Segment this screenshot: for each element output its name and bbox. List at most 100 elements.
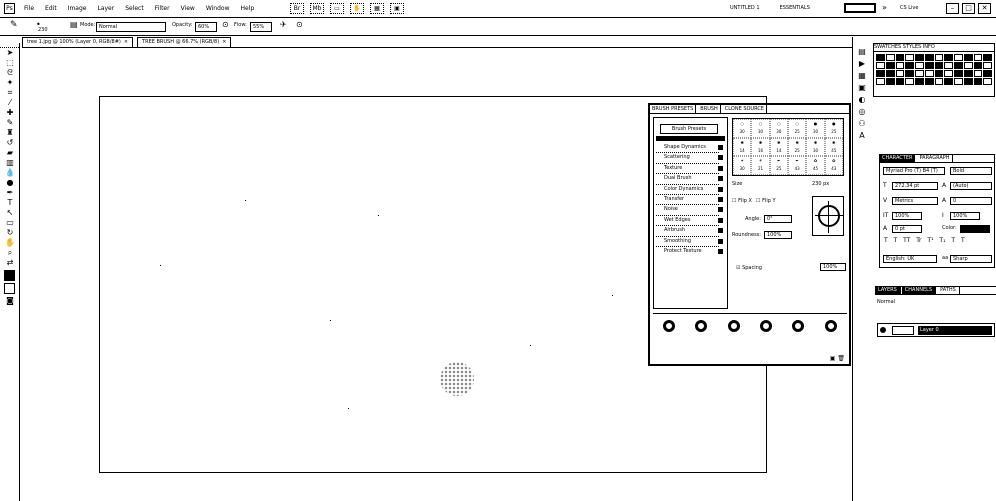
maximize-button[interactable]: □ bbox=[962, 3, 975, 14]
move-tool-icon[interactable]: ➤ bbox=[0, 48, 20, 58]
histogram-icon[interactable]: ▣ bbox=[855, 83, 869, 95]
swatch[interactable] bbox=[885, 78, 895, 85]
blur-tool-icon[interactable]: 💧 bbox=[0, 168, 20, 178]
language-select[interactable]: English: UK bbox=[883, 255, 937, 263]
brush-tip[interactable]: ○ 30 bbox=[769, 119, 788, 138]
brush-tip[interactable]: ● 30 bbox=[806, 119, 825, 138]
swatch[interactable] bbox=[885, 70, 895, 77]
flip-x-checkbox[interactable]: ☐ Flip X bbox=[732, 198, 752, 204]
brush-setting-transfer[interactable]: Transfer bbox=[654, 196, 727, 206]
history-icon[interactable]: ▤ bbox=[855, 47, 869, 59]
brush-tip[interactable]: ○ 25 bbox=[788, 119, 807, 138]
brush-tip[interactable]: ✒ 25 bbox=[769, 156, 788, 175]
menu-select[interactable]: Select bbox=[125, 5, 144, 12]
arrange-icon[interactable]: ▦ bbox=[370, 3, 384, 14]
character-icon[interactable]: A bbox=[855, 131, 869, 143]
gradient-tool-icon[interactable]: ▥ bbox=[0, 158, 20, 168]
opacity-field[interactable]: 60% bbox=[195, 22, 217, 32]
crop-tool-icon[interactable]: ⌗ bbox=[0, 88, 20, 98]
brush-tip[interactable]: ○ 30 bbox=[733, 119, 752, 138]
horizontal-scale-field[interactable]: 100% bbox=[950, 212, 980, 220]
brush-tip[interactable]: ✱ 45 bbox=[824, 137, 843, 157]
delete-icon[interactable]: 🗑 bbox=[837, 355, 845, 362]
history-brush-tool-icon[interactable]: ↺ bbox=[0, 138, 20, 148]
lock-icon[interactable] bbox=[718, 228, 723, 234]
font-size-field[interactable]: 272.34 pt bbox=[892, 182, 938, 190]
brush-setting-shape-dynamics[interactable]: Shape Dynamics bbox=[654, 144, 727, 154]
swatch[interactable] bbox=[963, 54, 973, 61]
brush-tip[interactable]: ● 25 bbox=[824, 119, 843, 138]
kerning-field[interactable]: Metrics bbox=[892, 197, 938, 205]
swatch[interactable] bbox=[905, 78, 914, 85]
mode-select[interactable]: Normal bbox=[96, 22, 166, 32]
brush-tip[interactable]: ○ 30 bbox=[751, 119, 770, 138]
brush-tip[interactable]: ✦ 30 bbox=[733, 156, 752, 175]
swatch[interactable] bbox=[885, 54, 895, 61]
spacing-checkbox[interactable]: ☑ Spacing bbox=[736, 265, 762, 271]
quick-mask-icon[interactable]: ◙ bbox=[0, 296, 20, 306]
tab-tree-brush[interactable]: TREE BRUSH @ 66.7% (RGB/8) × bbox=[137, 37, 232, 48]
actions-icon[interactable]: ▶ bbox=[855, 59, 869, 71]
swatch[interactable] bbox=[973, 54, 983, 61]
swatch[interactable] bbox=[973, 78, 983, 85]
workspace-search-box[interactable] bbox=[844, 3, 876, 13]
lock-icon[interactable] bbox=[718, 207, 723, 213]
swatch[interactable] bbox=[934, 70, 944, 77]
lock-icon[interactable] bbox=[718, 155, 723, 161]
menu-edit[interactable]: Edit bbox=[45, 5, 57, 12]
brush-tip[interactable]: ✱ 14 bbox=[769, 137, 788, 157]
menu-filter[interactable]: Filter bbox=[155, 5, 170, 12]
brush-tip[interactable]: ⚘ 21 bbox=[751, 156, 770, 175]
background-color-swatch[interactable] bbox=[4, 283, 15, 294]
angle-field[interactable]: 0° bbox=[764, 215, 792, 223]
swatch[interactable] bbox=[915, 78, 924, 85]
lock-icon[interactable] bbox=[718, 217, 723, 223]
swatch[interactable] bbox=[973, 62, 983, 69]
close-icon[interactable]: × bbox=[124, 39, 128, 45]
swatch[interactable] bbox=[924, 62, 934, 69]
brush-setting-smoothing[interactable]: Smoothing bbox=[654, 238, 727, 248]
brush-setting-airbrush[interactable]: Airbrush bbox=[654, 227, 727, 237]
swatch[interactable] bbox=[876, 78, 885, 85]
lock-icon[interactable] bbox=[718, 238, 723, 244]
layer-name[interactable]: Layer 0 bbox=[918, 326, 992, 335]
swatch[interactable] bbox=[954, 62, 963, 69]
swatch[interactable] bbox=[983, 62, 992, 69]
swatch[interactable] bbox=[983, 70, 992, 77]
type-tool-icon[interactable]: T bbox=[0, 198, 20, 208]
tab-brush-presets[interactable]: BRUSH PRESETS bbox=[650, 105, 697, 113]
brush-tip[interactable]: ✱ 14 bbox=[733, 137, 752, 157]
menu-file[interactable]: File bbox=[24, 5, 34, 12]
leading-field[interactable]: (Auto) bbox=[950, 182, 992, 190]
baseline-shift-field[interactable]: 0 pt bbox=[892, 225, 922, 233]
swatch[interactable] bbox=[876, 54, 885, 61]
swatch[interactable] bbox=[954, 78, 963, 85]
swatch[interactable] bbox=[924, 78, 934, 85]
quick-select-tool-icon[interactable]: ✦ bbox=[0, 78, 20, 88]
visibility-eye-icon[interactable] bbox=[880, 327, 886, 333]
swatch[interactable] bbox=[934, 54, 944, 61]
screen-mode-icon[interactable]: ▣ bbox=[390, 3, 404, 14]
brush-tool-icon[interactable]: ✎ bbox=[0, 118, 20, 128]
swatch[interactable] bbox=[963, 78, 973, 85]
flip-y-checkbox[interactable]: ☐ Flip Y bbox=[756, 198, 776, 204]
brush-setting-noise[interactable]: Noise bbox=[654, 206, 727, 216]
swatch[interactable] bbox=[895, 70, 905, 77]
path-select-tool-icon[interactable]: ↖ bbox=[0, 208, 20, 218]
swatch[interactable] bbox=[944, 78, 953, 85]
swatch[interactable] bbox=[876, 62, 885, 69]
font-style-select[interactable]: Bold bbox=[950, 167, 992, 175]
tab-paragraph[interactable]: PARAGRAPH bbox=[917, 155, 953, 162]
brush-setting-texture[interactable]: Texture bbox=[654, 165, 727, 175]
close-button[interactable]: ✕ bbox=[978, 3, 991, 14]
brush-tip[interactable]: ✿ 45 bbox=[806, 156, 825, 175]
workspace-essentials[interactable]: ESSENTIALS bbox=[780, 5, 810, 11]
flow-field[interactable]: 55% bbox=[250, 22, 272, 32]
lock-icon[interactable] bbox=[718, 165, 723, 171]
brush-tip[interactable]: ✒ 43 bbox=[788, 156, 807, 175]
swatch[interactable] bbox=[954, 54, 963, 61]
swatches-panel-tabs[interactable]: SWATCHES STYLES INFO bbox=[874, 44, 994, 52]
brush-tip[interactable]: ✱ 25 bbox=[788, 137, 807, 157]
masks-icon[interactable]: ◎ bbox=[855, 107, 869, 119]
bridge-icon[interactable]: Br bbox=[290, 3, 304, 14]
